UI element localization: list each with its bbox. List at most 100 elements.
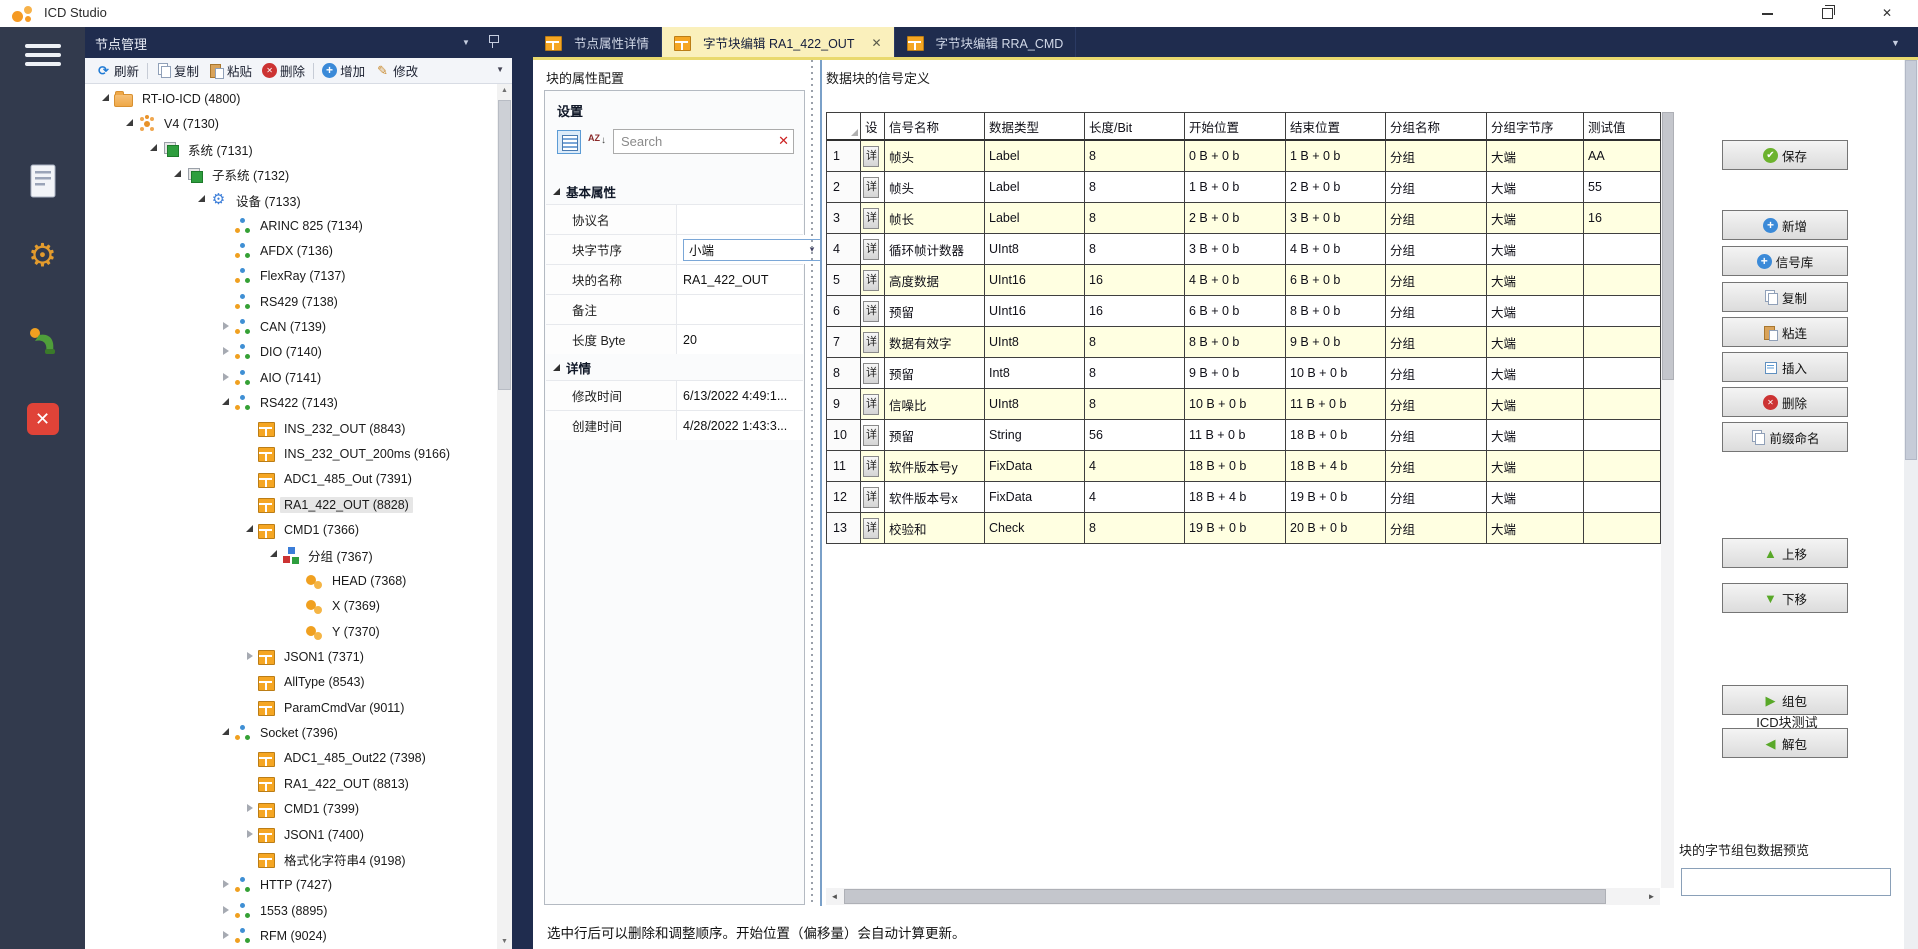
gear-icon[interactable]: ⚙ — [0, 239, 85, 271]
signal-name-cell[interactable]: 软件版本号y — [885, 451, 985, 482]
group-name-cell[interactable]: 分组 — [1386, 482, 1487, 513]
row-detail-button[interactable]: 详 — [863, 177, 879, 198]
start-position-cell[interactable]: 6 B + 0 b — [1185, 296, 1286, 327]
copy-signal-button[interactable]: 复制 — [1722, 282, 1848, 312]
group-endianness-cell[interactable]: 大端 — [1487, 482, 1584, 513]
group-name-cell[interactable]: 分组 — [1386, 389, 1487, 420]
tree-item[interactable]: AFDX (7136) — [85, 238, 497, 263]
tree-item[interactable]: RS422 (7143) — [85, 391, 497, 416]
row-detail-button[interactable]: 详 — [863, 487, 879, 508]
document-icon[interactable] — [0, 163, 85, 206]
expander-icon[interactable] — [196, 195, 210, 205]
end-position-cell[interactable]: 19 B + 0 b — [1286, 482, 1386, 513]
expander-icon[interactable] — [220, 728, 234, 738]
pack-preview-input[interactable] — [1681, 868, 1891, 896]
restore-button[interactable] — [1812, 6, 1842, 22]
signal-name-cell[interactable]: 帧长 — [885, 203, 985, 234]
expander-icon[interactable] — [220, 880, 234, 890]
group-endianness-cell[interactable]: 大端 — [1487, 265, 1584, 296]
group-endianness-cell[interactable]: 大端 — [1487, 358, 1584, 389]
data-type-cell[interactable]: UInt16 — [985, 296, 1085, 327]
alphabetical-sort-button[interactable]: AZ↓ — [585, 130, 609, 154]
scroll-left-icon[interactable]: ◄ — [826, 888, 843, 905]
close-icon[interactable]: ✕ — [871, 36, 881, 50]
tree-item[interactable]: HTTP (7427) — [85, 873, 497, 898]
signal-name-cell[interactable]: 数据有效字 — [885, 327, 985, 358]
delete-signal-button[interactable]: ✕删除 — [1722, 387, 1848, 417]
table-horizontal-scrollbar[interactable]: ◄ ► — [826, 888, 1660, 905]
start-position-cell[interactable]: 9 B + 0 b — [1185, 358, 1286, 389]
row-detail-button[interactable]: 详 — [863, 208, 879, 229]
end-position-cell[interactable]: 11 B + 0 b — [1286, 389, 1386, 420]
group-name-cell[interactable]: 分组 — [1386, 265, 1487, 296]
tab-byte-block-edit-ra1-422-out[interactable]: 字节块编辑 RA1_422_OUT✕ — [662, 27, 895, 58]
add-button[interactable]: +增加 — [317, 59, 370, 82]
row-number[interactable]: 2 — [827, 172, 861, 203]
row-detail-button[interactable]: 详 — [863, 456, 879, 477]
tree-item[interactable]: INS_232_OUT_200ms (9166) — [85, 441, 497, 466]
categorized-view-button[interactable] — [557, 130, 581, 154]
pack-button[interactable]: ▶组包 — [1722, 685, 1848, 715]
start-position-cell[interactable]: 2 B + 0 b — [1185, 203, 1286, 234]
tree-item[interactable]: JSON1 (7371) — [85, 644, 497, 669]
minimize-button[interactable] — [1752, 6, 1782, 22]
test-value-cell[interactable] — [1584, 265, 1661, 296]
group-endianness-cell[interactable]: 大端 — [1487, 327, 1584, 358]
data-type-cell[interactable]: FixData — [985, 482, 1085, 513]
expander-icon[interactable] — [220, 906, 234, 916]
test-value-cell[interactable] — [1584, 358, 1661, 389]
test-value-cell[interactable]: 55 — [1584, 172, 1661, 203]
scrollbar-thumb[interactable] — [1905, 60, 1917, 460]
expander-icon[interactable] — [148, 144, 162, 154]
signal-name-cell[interactable]: 预留 — [885, 420, 985, 451]
end-position-cell[interactable]: 18 B + 4 b — [1286, 451, 1386, 482]
end-position-cell[interactable]: 20 B + 0 b — [1286, 513, 1386, 544]
start-position-cell[interactable]: 11 B + 0 b — [1185, 420, 1286, 451]
end-position-cell[interactable]: 3 B + 0 b — [1286, 203, 1386, 234]
end-position-cell[interactable]: 10 B + 0 b — [1286, 358, 1386, 389]
length-bit-cell[interactable]: 8 — [1085, 203, 1185, 234]
tree-item[interactable]: RA1_422_OUT (8828) — [85, 492, 497, 517]
end-position-cell[interactable]: 6 B + 0 b — [1286, 265, 1386, 296]
data-type-cell[interactable]: UInt16 — [985, 265, 1085, 296]
group-endianness-cell[interactable]: 大端 — [1487, 172, 1584, 203]
data-type-cell[interactable]: String — [985, 420, 1085, 451]
tree-item[interactable]: 1553 (8895) — [85, 898, 497, 923]
close-button[interactable]: ✕ — [1872, 6, 1902, 22]
row-number[interactable]: 6 — [827, 296, 861, 327]
paste-button[interactable]: 粘贴 — [204, 59, 257, 82]
test-value-cell[interactable] — [1584, 420, 1661, 451]
scroll-up-icon[interactable]: ▲ — [497, 84, 512, 98]
scrollbar-thumb[interactable] — [844, 889, 1606, 904]
group-endianness-cell[interactable]: 大端 — [1487, 234, 1584, 265]
end-position-cell[interactable]: 18 B + 0 b — [1286, 420, 1386, 451]
expander-icon[interactable] — [220, 322, 234, 332]
tree-item[interactable]: RT-IO-ICD (4800) — [85, 86, 497, 111]
row-detail-button[interactable]: 详 — [863, 363, 879, 384]
end-position-cell[interactable]: 8 B + 0 b — [1286, 296, 1386, 327]
group-endianness-cell[interactable]: 大端 — [1487, 420, 1584, 451]
signal-name-cell[interactable]: 校验和 — [885, 513, 985, 544]
tree-item[interactable]: AllType (8543) — [85, 670, 497, 695]
row-number[interactable]: 4 — [827, 234, 861, 265]
group-endianness-cell[interactable]: 大端 — [1487, 296, 1584, 327]
end-position-cell[interactable]: 4 B + 0 b — [1286, 234, 1386, 265]
tree-item[interactable]: V4 (7130) — [85, 111, 497, 136]
expander-icon[interactable] — [268, 550, 282, 560]
data-type-cell[interactable]: Label — [985, 203, 1085, 234]
length-bit-cell[interactable]: 4 — [1085, 482, 1185, 513]
length-bit-cell[interactable]: 56 — [1085, 420, 1185, 451]
property-value[interactable]: 4/28/2022 1:43:3... — [676, 411, 803, 440]
tree-item[interactable]: CMD1 (7366) — [85, 517, 497, 542]
group-endianness-cell[interactable]: 大端 — [1487, 203, 1584, 234]
test-value-cell[interactable] — [1584, 513, 1661, 544]
modify-button[interactable]: ✎修改 — [370, 59, 423, 82]
scrollbar-thumb[interactable] — [1662, 112, 1674, 380]
signal-name-cell[interactable]: 软件版本号x — [885, 482, 985, 513]
data-type-cell[interactable]: Check — [985, 513, 1085, 544]
group-endianness-cell[interactable]: 大端 — [1487, 451, 1584, 482]
start-position-cell[interactable]: 3 B + 0 b — [1185, 234, 1286, 265]
column-header[interactable] — [827, 113, 861, 141]
property-group-header[interactable]: 详情 — [546, 354, 803, 380]
group-name-cell[interactable]: 分组 — [1386, 296, 1487, 327]
